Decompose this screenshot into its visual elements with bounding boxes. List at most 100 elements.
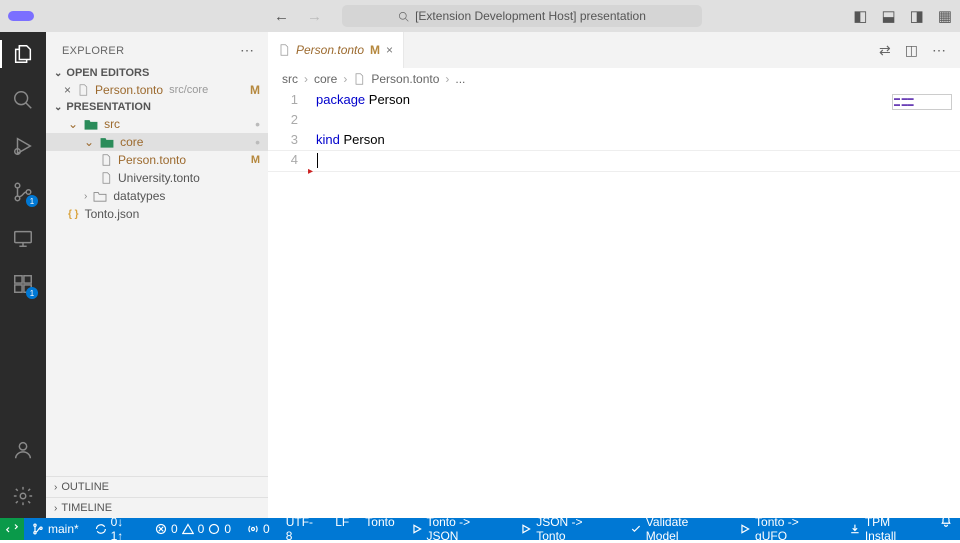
command-center-text: [Extension Development Host] presentatio… [415,9,646,23]
debug-icon [12,135,34,157]
section-project[interactable]: ⌄ PRESENTATION [46,99,268,115]
warning-icon [182,523,194,535]
status-ports[interactable]: 0 [239,518,278,540]
play-icon [520,523,532,535]
tab-more-icon[interactable]: ⋯ [932,42,946,59]
editor-area: Person.tonto M × ⇄ ◫ ⋯ src › core › Pers… [268,32,960,518]
radio-icon [247,523,259,535]
chevron-right-icon: › [54,482,57,493]
text-caret [317,153,318,168]
status-sync[interactable]: 0↓ 1↑ [87,518,147,540]
files-icon [12,43,34,65]
statusbar: main* 0↓ 1↑ 0 0 0 0 UTF-8 LF Tonto Tonto… [0,518,960,540]
status-cmd-validate[interactable]: Validate Model [622,515,731,543]
ext-badge: 1 [26,287,38,299]
minimap[interactable]: ▬ ▬▬▬ ▬▬ [892,94,952,110]
remote-icon [6,523,18,535]
account-icon [12,439,34,461]
modified-badge: M [370,43,380,57]
activity-accounts[interactable] [11,438,35,462]
modified-badge: M [251,154,260,166]
status-encoding[interactable]: UTF-8 [278,515,328,543]
breadcrumb-item[interactable]: src [282,72,298,86]
activity-search[interactable] [11,88,35,112]
chevron-right-icon: › [343,72,347,86]
status-branch[interactable]: main* [24,518,87,540]
tree-folder-src[interactable]: ⌄ src • [46,115,268,133]
modified-badge: M [250,83,260,97]
sidebar-title: EXPLORER [62,45,124,57]
tree-file-university[interactable]: University.tonto [46,169,268,187]
breadcrumbs[interactable]: src › core › Person.tonto › ... [268,68,960,90]
activity-bar: 1 1 [0,32,46,518]
tree-file-person[interactable]: Person.tonto M [46,151,268,169]
layout-panel-icon[interactable]: ⬓ [881,7,895,25]
editor-tabs: Person.tonto M × ⇄ ◫ ⋯ [268,32,960,68]
command-center[interactable]: [Extension Development Host] presentatio… [342,5,702,27]
tab-person[interactable]: Person.tonto M × [268,32,404,68]
activity-run-debug[interactable] [11,134,35,158]
play-icon [739,523,751,535]
tree-file-tontojson[interactable]: { } Tonto.json [46,205,268,223]
json-icon: { } [68,209,79,220]
play-icon [411,523,423,535]
status-problems[interactable]: 0 0 0 [147,518,239,540]
scm-badge: 1 [26,195,38,207]
activity-explorer[interactable] [11,42,35,66]
folder-open-icon [84,118,98,130]
download-icon [849,523,861,535]
folder-icon [93,190,107,202]
breadcrumb-item[interactable]: ... [455,72,465,86]
info-icon [208,523,220,535]
sidebar-more-icon[interactable]: ⋯ [240,42,256,59]
breadcrumb-item[interactable]: core [314,72,337,86]
modified-dot-icon: • [255,117,260,131]
code-lines[interactable]: package Person kind Person ▸ [312,90,960,518]
status-cmd-tonto-json[interactable]: Tonto -> JSON [403,515,513,543]
status-remote[interactable] [0,518,24,540]
activity-extensions[interactable]: 1 [11,272,35,296]
chevron-right-icon: › [445,72,449,86]
status-cmd-gufo[interactable]: Tonto -> gUFO [731,515,841,543]
window-controls-pill[interactable] [8,11,34,21]
folder-open-icon [100,136,114,148]
file-icon [77,84,89,96]
section-open-editors[interactable]: ⌄ OPEN EDITORS [46,65,268,81]
layout-primary-icon[interactable]: ◧ [853,7,867,25]
chevron-right-icon: › [54,503,57,514]
error-icon [155,523,167,535]
section-outline[interactable]: › OUTLINE [46,477,268,497]
open-editor-item[interactable]: × Person.tonto src/core M [46,81,268,99]
chevron-down-icon: ⌄ [54,102,62,113]
search-icon [398,11,409,22]
activity-scm[interactable]: 1 [11,180,35,204]
status-cmd-json-tonto[interactable]: JSON -> Tonto [512,515,622,543]
layout-customize-icon[interactable]: ▦ [938,7,952,25]
split-editor-icon[interactable]: ◫ [905,42,918,59]
layout-secondary-icon[interactable]: ◨ [910,7,924,25]
search-icon [12,89,34,111]
chevron-right-icon: › [304,72,308,86]
sidebar-explorer: EXPLORER ⋯ ⌄ OPEN EDITORS × Person.tonto… [46,32,268,518]
section-timeline[interactable]: › TIMELINE [46,497,268,518]
file-icon [100,154,112,166]
line-gutter: 1 2 3 4 [268,90,312,518]
file-icon [353,73,365,85]
close-icon[interactable]: × [64,83,71,97]
compare-changes-icon[interactable]: ⇄ [879,42,891,59]
chevron-down-icon: ⌄ [68,117,78,131]
tree-folder-datatypes[interactable]: › datatypes [46,187,268,205]
modified-dot-icon: • [255,135,260,149]
nav-back-icon[interactable]: ← [274,8,289,25]
close-icon[interactable]: × [386,43,393,57]
tree-folder-core[interactable]: ⌄ core • [46,133,268,151]
code-editor[interactable]: 1 2 3 4 package Person kind Person ▸ ▬ ▬… [268,90,960,518]
chevron-down-icon: ⌄ [54,68,62,79]
error-marker-icon: ▸ [308,162,313,182]
file-icon [100,172,112,184]
activity-remote[interactable] [11,226,35,250]
activity-settings[interactable] [11,484,35,508]
breadcrumb-item[interactable]: Person.tonto [371,72,439,86]
status-cmd-tpm[interactable]: TPM Install [841,515,932,543]
check-icon [630,523,642,535]
